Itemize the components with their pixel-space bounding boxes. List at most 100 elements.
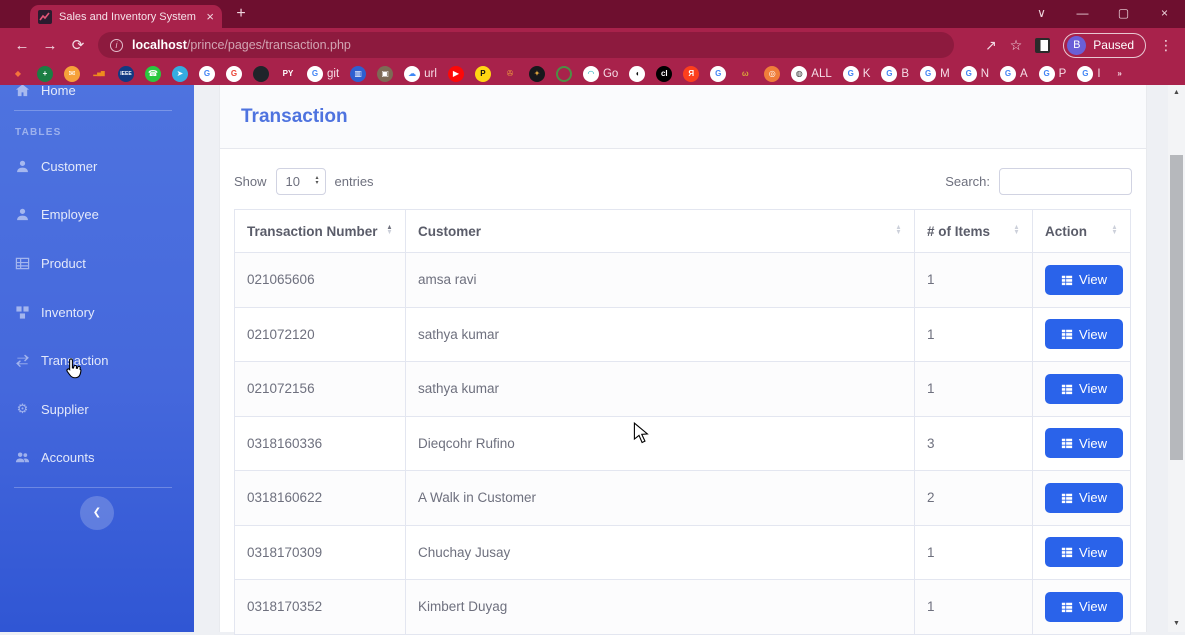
p-icon[interactable]: P [474,65,491,82]
google-icon[interactable]: GM [920,65,950,82]
view-button[interactable]: View [1045,537,1123,568]
google-icon[interactable]: GN [960,65,989,82]
godaddy-icon[interactable]: ◠ Go [582,65,618,82]
view-button[interactable]: View [1045,264,1123,295]
duck-icon[interactable]: ◖ [629,65,646,82]
scroll-up-icon[interactable]: ▲ [1168,85,1185,101]
share-icon[interactable]: ↗ [985,37,997,54]
browser-tab[interactable]: Sales and Inventory System × [30,5,222,28]
google-icon[interactable]: G [226,65,242,82]
globe-icon[interactable]: ◍ ALL [791,65,832,82]
search-input[interactable] [999,167,1132,195]
cl-icon[interactable]: cl [656,65,673,82]
sidebar-item-accounts[interactable]: Accounts [0,442,194,472]
cell-items: 1 [914,524,1033,580]
reload-icon[interactable]: ⟳ [64,36,92,54]
bookmark-star-icon[interactable]: ☆ [1010,37,1023,54]
google-icon[interactable]: G [710,65,727,82]
google-icon[interactable]: G [199,65,215,82]
sheets-icon[interactable]: + [37,65,53,82]
profile-button[interactable]: B Paused [1063,32,1146,58]
google-icon[interactable]: Ggit [307,65,339,82]
cell-action: View [1032,470,1131,526]
ieee-icon[interactable]: IEEE [118,65,134,82]
minimize-icon[interactable]: — [1062,0,1103,28]
vertical-scrollbar[interactable]: ▲ ▼ [1168,85,1185,632]
view-button[interactable]: View [1045,373,1123,404]
window-menu-icon[interactable]: ∨ [1021,0,1062,28]
column-header-items[interactable]: # of Items ▲ ▼ [914,209,1033,253]
cell-transaction-number: 021065606 [234,252,406,308]
telegram-icon[interactable]: ➤ [172,65,188,82]
cloud-icon[interactable]: ☁ url [404,65,437,82]
url-host: localhost [132,38,187,52]
new-tab-button[interactable]: + [231,4,251,24]
cell-customer: A Walk in Customer [405,470,915,526]
cell-customer: sathya kumar [405,306,915,362]
url-text[interactable]: localhost/prince/pages/transaction.php [132,38,351,52]
python-bookmark[interactable]: PY [280,66,296,82]
sidebar-item-label: Inventory [41,304,95,320]
image-icon[interactable]: ▥ [350,65,367,82]
google-icon[interactable]: GA [1000,65,1028,82]
crest-icon[interactable]: ✦ [528,65,545,82]
analytics-icon[interactable]: ▂▅▇ [91,66,107,82]
view-button[interactable]: View [1045,591,1123,622]
whatsapp-icon: ☎ [145,65,161,82]
sidebar-item-product[interactable]: Product [0,248,194,278]
camera-orange-icon: ◎ [764,65,781,82]
camera-orange-icon[interactable]: ◎ [764,65,781,82]
github-icon[interactable] [253,65,269,82]
view-button[interactable]: View [1045,428,1123,459]
view-button[interactable]: View [1045,482,1123,513]
site-info-icon[interactable]: i [110,38,123,52]
swoosh-icon[interactable]: ω [737,66,753,82]
google-icon[interactable]: GK [842,65,870,82]
scrollbar-thumb[interactable] [1170,155,1183,460]
sidebar-item-transaction[interactable]: Transaction [0,345,194,375]
bookmarks-overflow[interactable]: » [1112,66,1128,82]
menu-dots-icon[interactable]: ⋮ [1159,37,1173,54]
forward-icon[interactable]: → [36,37,64,54]
close-icon[interactable]: × [1144,0,1185,28]
sidebar-item-home[interactable]: Home [0,85,194,105]
ring-icon[interactable] [556,66,572,82]
sidebar-item-inventory[interactable]: Inventory [0,297,194,327]
whatsapp-icon[interactable]: ☎ [145,65,161,82]
tab-close-icon[interactable]: × [206,10,214,23]
cell-items: 2 [914,470,1033,526]
movie-icon[interactable]: ✇ [502,66,518,82]
google-icon: G [920,65,937,82]
flame-icon[interactable]: ◆ [10,66,26,82]
sidebar-divider [14,487,172,488]
table-row: 0318170352 Kimbert Duyag 1 View [234,579,1131,635]
camera-icon[interactable]: ▣ [377,65,394,82]
google-icon[interactable]: GI [1077,65,1101,82]
column-header-customer[interactable]: Customer ▲ ▼ [405,209,915,253]
google-icon[interactable]: GP [1038,65,1066,82]
mail-icon[interactable]: ✉ [64,65,80,82]
scroll-down-icon[interactable]: ▼ [1168,616,1185,632]
google-icon[interactable]: GB [881,65,909,82]
maximize-icon[interactable]: ▢ [1103,0,1144,28]
sidebar-item-supplier[interactable]: ⚙ Supplier [0,394,194,424]
sidebar-item-label: Product [41,255,86,271]
back-icon[interactable]: ← [8,37,36,54]
entries-select[interactable]: 10 ▴ ▾ [275,167,326,195]
table-grid-icon [1061,384,1073,394]
view-button[interactable]: View [1045,319,1123,350]
side-panel-icon[interactable] [1035,37,1051,53]
sidebar-collapse-button[interactable]: ❮ [80,496,114,530]
column-header-transaction-number[interactable]: Transaction Number ▲ ▼ [234,209,406,253]
gear-icon: ⚙ [16,401,29,416]
sort-icon: ▲ ▼ [1111,224,1118,236]
youtube-icon[interactable]: ▶ [447,65,464,82]
column-header-action[interactable]: Action ▲ ▼ [1032,209,1131,253]
avatar: B [1067,35,1087,55]
sidebar-item-customer[interactable]: Customer [0,151,194,181]
sidebar-item-employee[interactable]: Employee [0,199,194,229]
tab-title: Sales and Inventory System [59,10,196,23]
url-bar[interactable]: i localhost/prince/pages/transaction.php [98,32,954,58]
sheets-icon: + [37,65,53,82]
yandex-icon[interactable]: Я [683,65,700,82]
